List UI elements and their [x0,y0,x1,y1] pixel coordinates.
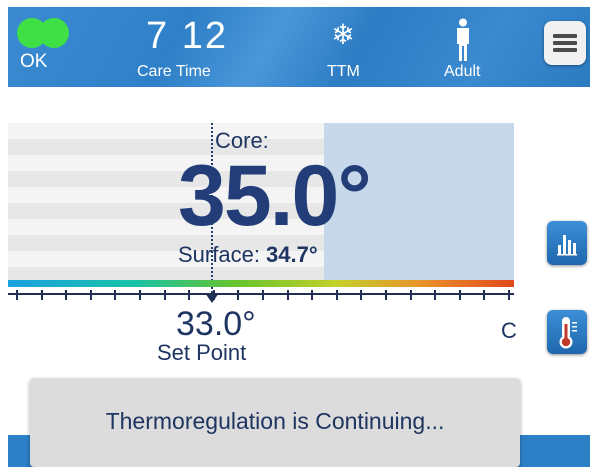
care-time-label: Care Time [137,63,211,80]
snowflake-icon: ❄ [331,19,355,50]
scale-tick [114,290,117,300]
thermometer-icon [559,317,577,349]
set-point-value[interactable]: 33.0° [176,305,256,344]
temperature-settings-button[interactable] [547,310,587,354]
temperature-color-scale [8,280,514,287]
scale-tick [163,290,166,300]
set-point-label: Set Point [157,340,247,365]
status-message-text: Thermoregulation is Continuing... [105,408,445,434]
scale-tick [89,290,92,300]
scale-tick [237,290,240,300]
trend-button[interactable] [547,221,587,265]
scale-tick [508,290,510,300]
surface-temperature-value: 34.7° [266,242,318,267]
scale-tick [188,290,191,300]
scale-tick [16,290,18,300]
scale-tick [65,290,68,300]
scale-tick [385,290,387,300]
scale-tick [262,290,264,300]
adult-person-icon [457,18,469,61]
care-time-value: 7 12 [146,15,228,57]
scale-tick [409,290,412,300]
scale-tick [40,290,43,300]
scale-tick [458,290,461,300]
temperature-unit: C [501,318,517,343]
status-label: OK [20,51,48,72]
menu-button[interactable] [544,21,586,65]
scale-tick [212,290,215,300]
scale-tick [286,290,289,300]
scale-tick [483,290,486,300]
scale-tick [360,290,363,300]
temperature-scale-axis [8,293,514,295]
scale-tick [434,290,437,300]
device-screen: OK 7 12 Care Time ❄ TTM Adult Core: 35.0… [8,7,590,467]
status-ok-indicator [17,18,69,48]
core-temperature-value: 35.0° [178,148,372,244]
scale-tick [311,290,314,300]
scale-tick [335,290,338,300]
surface-temperature: Surface: 34.7° [178,242,318,268]
scale-tick [139,290,141,300]
status-message-dialog: Thermoregulation is Continuing... [30,378,520,467]
surface-temperature-label: Surface: [178,242,267,267]
status-header: OK 7 12 Care Time ❄ TTM Adult [8,7,590,87]
mode-label: TTM [327,63,360,80]
bar-chart-icon [557,235,577,256]
patient-type-label: Adult [444,63,481,80]
